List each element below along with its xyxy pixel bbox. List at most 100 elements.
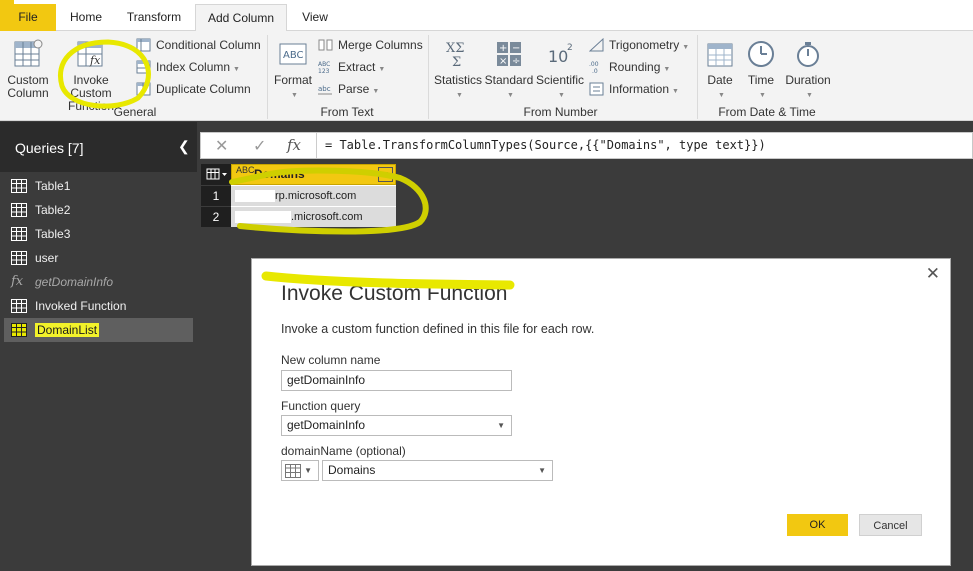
query-item-table3[interactable]: Table3 (4, 222, 193, 246)
duration-button[interactable]: Duration ▼ (783, 38, 833, 102)
table-icon (11, 179, 27, 193)
rounding-label: Rounding (609, 60, 661, 74)
table-icon (11, 251, 27, 265)
close-icon[interactable]: ✕ (926, 264, 940, 284)
group-label-general: General (113, 105, 157, 119)
query-item-getdomaininfo[interactable]: fx getDomainInfo (4, 270, 193, 294)
svg-text:.0: .0 (592, 68, 598, 74)
statistics-button[interactable]: XΣ Σ Statistics ▼ (433, 38, 483, 102)
chevron-down-icon: ▼ (672, 88, 679, 95)
tab-view[interactable]: View (292, 4, 338, 31)
trigonometry-button[interactable]: Trigonometry ▼ (589, 36, 689, 54)
query-item-table2[interactable]: Table2 (4, 198, 193, 222)
fx-icon[interactable]: fx (287, 136, 301, 154)
conditional-column-button[interactable]: Conditional Column (136, 36, 261, 54)
svg-text:.00: .00 (589, 61, 599, 68)
parameter-value: Domains (328, 463, 376, 477)
standard-label: Standard (484, 73, 534, 87)
parse-button[interactable]: abc Parse ▼ (318, 80, 379, 98)
cancel-formula-icon[interactable]: ✕ (215, 136, 228, 156)
column-header-domains[interactable]: ABC Domains ▼ (231, 164, 396, 185)
rounding-button[interactable]: .00.0 Rounding ▼ (589, 58, 670, 76)
calendar-icon (707, 43, 733, 67)
ribbon-tab-bar: File Home Transform Add Column View (0, 0, 973, 32)
tab-home[interactable]: Home (58, 4, 114, 31)
tab-file[interactable]: File (0, 4, 56, 31)
new-column-name-input[interactable]: getDomainInfo (281, 370, 512, 391)
function-query-select[interactable]: getDomainInfo ▼ (281, 415, 512, 436)
svg-text:Σ: Σ (452, 55, 461, 70)
parameter-label: domainName (optional) (281, 444, 406, 458)
row-number[interactable]: 2 (201, 206, 231, 227)
table-cell[interactable]: rp.microsoft.com (231, 185, 396, 206)
duplicate-column-button[interactable]: Duplicate Column (136, 80, 251, 98)
parameter-value-select[interactable]: Domains ▼ (322, 460, 553, 481)
ok-button[interactable]: OK (787, 514, 848, 536)
formula-bar: ✕ ✓ fx = Table.TransformColumnTypes(Sour… (200, 132, 973, 159)
row-number[interactable]: 1 (201, 185, 231, 206)
redacted-text (235, 190, 275, 203)
table-menu-icon (206, 168, 227, 180)
table-menu-button[interactable] (201, 164, 231, 185)
chevron-down-icon: ▼ (233, 66, 240, 73)
standard-button[interactable]: + − × ÷ Standard ▼ (484, 38, 534, 102)
svg-text:XΣ: XΣ (446, 41, 464, 56)
dialog-title: Invoke Custom Function (281, 282, 508, 305)
scientific-button[interactable]: 10 2 Scientific ▼ (535, 38, 585, 102)
date-button[interactable]: Date ▼ (701, 38, 739, 102)
index-column-label: Index Column (156, 60, 231, 74)
query-item-label: Table2 (35, 203, 71, 217)
dialog-description: Invoke a custom function defined in this… (281, 322, 595, 336)
parse-icon: abc (318, 85, 332, 95)
index-column-button[interactable]: Index Column ▼ (136, 58, 240, 76)
chevron-down-icon: ▼ (304, 466, 312, 475)
svg-text:÷: ÷ (512, 56, 520, 67)
extract-button[interactable]: ABC 123 Extract ▼ (318, 58, 385, 76)
query-item-label: user (35, 251, 59, 265)
svg-text:×: × (499, 56, 507, 67)
column-header-label: Domains (254, 167, 305, 181)
extract-icon: ABC123 (318, 61, 330, 74)
chevron-down-icon: ▼ (378, 66, 386, 73)
chevron-down-icon: ▼ (507, 92, 514, 99)
trigonometry-label: Trigonometry (609, 38, 680, 52)
function-icon: fx (11, 274, 24, 289)
invoke-label-1: Invoke Custom (70, 73, 112, 100)
collapse-chevron-icon[interactable]: ❮ (178, 138, 190, 155)
tab-add-column[interactable]: Add Column (195, 4, 287, 32)
ribbon-separator (267, 35, 268, 119)
information-button[interactable]: Information ▼ (589, 80, 679, 98)
merge-columns-button[interactable]: Merge Columns (318, 36, 423, 54)
duplicate-column-label: Duplicate Column (156, 82, 251, 96)
parse-label: Parse (338, 82, 370, 96)
column-filter-dropdown[interactable]: ▼ (378, 167, 393, 182)
cell-text: .microsoft.com (291, 211, 363, 223)
custom-column-button[interactable]: Custom Column (4, 38, 52, 100)
svg-text:−: − (512, 43, 520, 54)
query-item-invoked-function[interactable]: Invoked Function (4, 294, 193, 318)
query-item-domainlist[interactable]: DomainList (4, 318, 193, 342)
tab-transform[interactable]: Transform (118, 4, 190, 31)
chevron-down-icon: ▼ (718, 92, 725, 99)
column-type-icon (285, 463, 301, 478)
query-item-label: DomainList (35, 323, 100, 337)
query-item-label: Invoked Function (35, 299, 127, 313)
format-button[interactable]: ABC Format ▼ (272, 38, 314, 102)
invoke-custom-function-button[interactable]: fx Invoke Custom Function (52, 38, 130, 113)
svg-text:2: 2 (567, 43, 573, 53)
extract-label: Extract (338, 60, 376, 74)
svg-text:ABC: ABC (318, 61, 330, 68)
parameter-type-select[interactable]: ▼ (281, 460, 319, 481)
query-item-label: Table1 (35, 179, 71, 193)
table-cell[interactable]: .microsoft.com (231, 206, 396, 227)
cancel-button[interactable]: Cancel (859, 514, 922, 536)
query-item-user[interactable]: user (4, 246, 193, 270)
time-button[interactable]: Time ▼ (742, 38, 780, 102)
redacted-text (235, 211, 291, 224)
query-item-table1[interactable]: Table1 (4, 174, 193, 198)
function-query-value: getDomainInfo (287, 418, 366, 432)
confirm-formula-icon[interactable]: ✓ (253, 136, 266, 156)
formula-input[interactable]: = Table.TransformColumnTypes(Source,{{"D… (316, 133, 766, 158)
text-type-icon[interactable]: ABC (236, 166, 255, 175)
conditional-column-label: Conditional Column (156, 38, 261, 52)
